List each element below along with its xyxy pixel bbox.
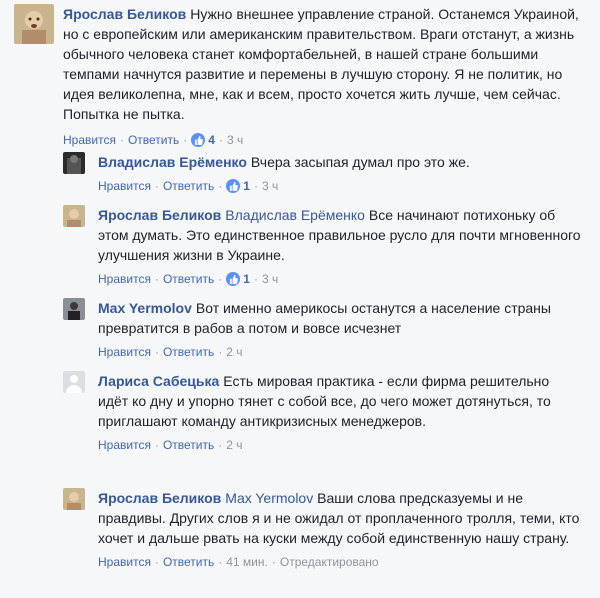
like-count[interactable]: 4 [191, 132, 215, 148]
reply-comment: Ярослав Беликов Владислав Ерёменко Все на… [63, 205, 588, 287]
separator: · [253, 272, 258, 286]
reply-button[interactable]: Ответить [163, 271, 214, 287]
comment-actions: Нравится · Ответить · 2 ч [98, 344, 583, 360]
avatar[interactable] [63, 488, 85, 510]
thumbs-up-icon [191, 133, 206, 147]
separator: · [218, 555, 223, 569]
thumbs-up-icon [226, 272, 241, 286]
author-link[interactable]: Max Yermolov [98, 300, 192, 316]
comment-text: Max Yermolov Вот именно америкосы останут… [98, 298, 583, 338]
like-count[interactable]: 1 [226, 178, 250, 194]
reply-comment: Ярослав Беликов Max Yermolov Ваши слова п… [63, 488, 588, 570]
author-link[interactable]: Ярослав Беликов [98, 207, 221, 223]
reply-button[interactable]: Ответить [128, 132, 179, 148]
separator: · [218, 179, 223, 193]
comment-actions: Нравится · Ответить · 1 · 3 ч [98, 178, 578, 194]
comment-thread: Ярослав Беликов Нужно внешнее управление … [0, 0, 600, 598]
reply-button[interactable]: Ответить [163, 178, 214, 194]
timestamp[interactable]: 41 мин. [226, 554, 268, 570]
author-link[interactable]: Ярослав Беликов [63, 6, 186, 22]
comment-actions: Нравится · Ответить · 1 · 3 ч [98, 271, 583, 287]
like-button[interactable]: Нравится [98, 178, 151, 194]
separator: · [218, 272, 223, 286]
like-count-value: 1 [243, 272, 250, 286]
separator: · [119, 133, 124, 147]
like-count-value: 1 [243, 179, 250, 193]
avatar[interactable] [63, 152, 85, 174]
reply-comment: Max Yermolov Вот именно америкосы останут… [63, 298, 588, 360]
avatar[interactable] [63, 298, 85, 320]
separator: · [154, 555, 159, 569]
reply-comment: Лариса Сабецька Есть мировая практика - е… [63, 371, 588, 453]
avatar[interactable] [63, 205, 85, 227]
mention-link[interactable]: Владислав Ерёменко [225, 207, 365, 223]
timestamp[interactable]: 2 ч [226, 437, 242, 453]
edited-label[interactable]: Отредактировано [280, 554, 379, 570]
separator: · [183, 133, 188, 147]
timestamp[interactable]: 3 ч [227, 132, 243, 148]
separator: · [271, 555, 276, 569]
separator: · [154, 272, 159, 286]
separator: · [253, 179, 258, 193]
timestamp[interactable]: 3 ч [262, 271, 278, 287]
comment-body: Вчера засыпая думал про это же. [250, 154, 470, 170]
comment-actions: Нравится · Ответить · 2 ч [98, 437, 583, 453]
avatar[interactable] [63, 371, 85, 393]
separator: · [154, 345, 159, 359]
like-button[interactable]: Нравится [98, 344, 151, 360]
comment-text: Владислав Ерёменко Вчера засыпая думал пр… [98, 152, 578, 172]
like-count-value: 4 [208, 133, 215, 147]
author-link[interactable]: Лариса Сабецька [98, 373, 219, 389]
timestamp[interactable]: 3 ч [262, 178, 278, 194]
separator: · [218, 438, 223, 452]
separator: · [218, 133, 223, 147]
mention-link[interactable]: Max Yermolov [225, 490, 313, 506]
comment: Ярослав Беликов Нужно внешнее управление … [14, 4, 589, 148]
timestamp[interactable]: 2 ч [226, 344, 242, 360]
like-button[interactable]: Нравится [98, 271, 151, 287]
like-button[interactable]: Нравится [98, 437, 151, 453]
reply-button[interactable]: Ответить [163, 554, 214, 570]
separator: · [218, 345, 223, 359]
comment-actions: Нравится · Ответить · 41 мин. · Отредакт… [98, 554, 583, 570]
thumbs-up-icon [226, 179, 241, 193]
comment-body: Нужно внешнее управление страной. Остане… [63, 6, 579, 122]
like-button[interactable]: Нравится [63, 132, 116, 148]
separator: · [154, 179, 159, 193]
like-count[interactable]: 1 [226, 271, 250, 287]
separator: · [154, 438, 159, 452]
avatar[interactable] [14, 4, 54, 44]
comment-text: Лариса Сабецька Есть мировая практика - е… [98, 371, 583, 431]
author-link[interactable]: Владислав Ерёменко [98, 154, 247, 170]
reply-comment: Владислав Ерёменко Вчера засыпая думал пр… [63, 152, 588, 194]
comment-text: Ярослав Беликов Владислав Ерёменко Все на… [98, 205, 583, 265]
like-button[interactable]: Нравится [98, 554, 151, 570]
comment-actions: Нравится · Ответить · 4 · 3 ч [63, 132, 588, 148]
comment-text: Ярослав Беликов Max Yermolov Ваши слова п… [98, 488, 583, 548]
reply-button[interactable]: Ответить [163, 344, 214, 360]
author-link[interactable]: Ярослав Беликов [98, 490, 221, 506]
comment-text: Ярослав Беликов Нужно внешнее управление … [63, 4, 588, 124]
reply-button[interactable]: Ответить [163, 437, 214, 453]
